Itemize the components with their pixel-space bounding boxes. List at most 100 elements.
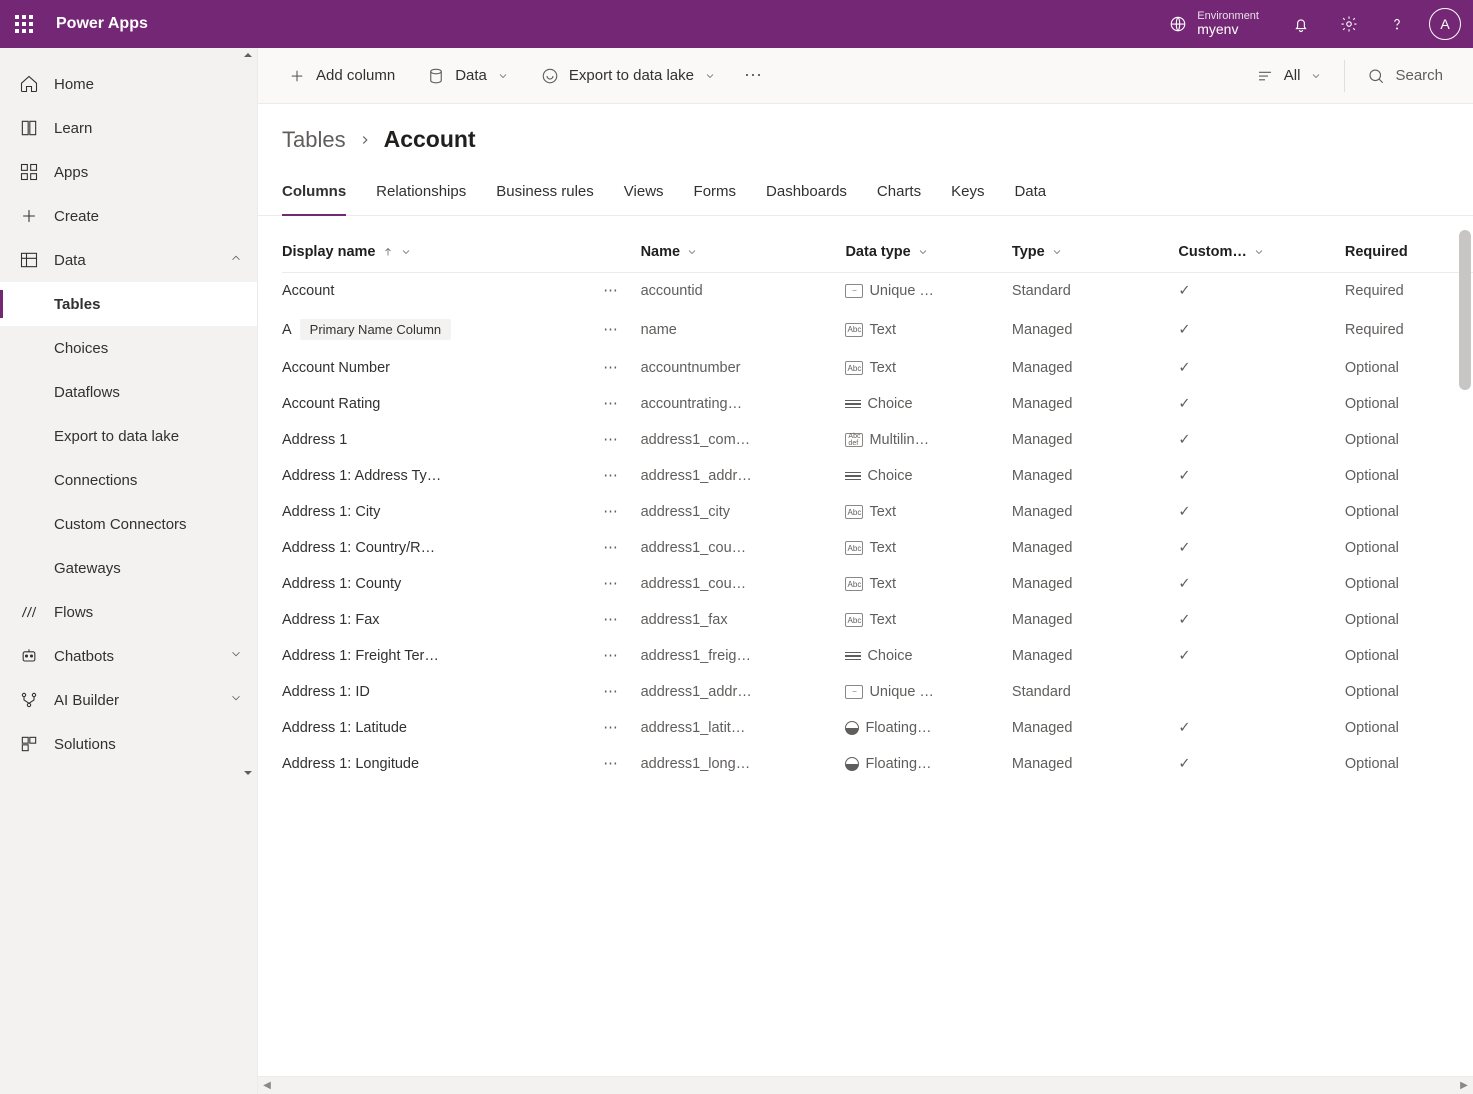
table-row[interactable]: Address 1: County⋯address1_cou…AbcTextMa… <box>282 566 1473 602</box>
col-header-data-type[interactable]: Data type <box>845 232 1011 273</box>
table-row[interactable]: APrimary Name Column⋯nameAbcTextManaged✓… <box>282 309 1473 350</box>
table-row[interactable]: Address 1: ID⋯address1_addr…⎯Unique …Sta… <box>282 674 1473 710</box>
cell-display-name: Account Number <box>282 350 589 386</box>
sidebar-item-chatbots[interactable]: Chatbots <box>0 634 257 678</box>
chevron-down-icon <box>400 246 412 258</box>
data-menu-button[interactable]: Data <box>413 56 523 96</box>
tab-charts[interactable]: Charts <box>877 183 921 215</box>
col-header-required[interactable]: Required <box>1345 232 1473 273</box>
sidebar-scroll-up[interactable] <box>0 48 257 62</box>
cell-data-type: Floating… <box>845 710 1011 746</box>
col-header-display-name[interactable]: Display name <box>282 232 589 273</box>
row-more-button[interactable]: ⋯ <box>589 602 640 638</box>
row-more-button[interactable]: ⋯ <box>589 458 640 494</box>
unique-id-type-icon: ⎯ <box>845 685 863 699</box>
export-to-data-lake-button[interactable]: Export to data lake <box>527 56 730 96</box>
unique-id-type-icon: ⎯ <box>845 284 863 298</box>
row-more-button[interactable]: ⋯ <box>589 638 640 674</box>
col-header-custom[interactable]: Custom… <box>1178 232 1344 273</box>
add-column-label: Add column <box>316 67 395 84</box>
row-more-button[interactable]: ⋯ <box>589 273 640 310</box>
cell-required: Optional <box>1345 530 1473 566</box>
sidebar-item-apps[interactable]: Apps <box>0 150 257 194</box>
cell-required: Optional <box>1345 674 1473 710</box>
table-row[interactable]: Address 1⋯address1_com…AbcdefMultilin…Ma… <box>282 422 1473 458</box>
row-more-button[interactable]: ⋯ <box>589 350 640 386</box>
primary-name-badge: Primary Name Column <box>300 319 451 340</box>
cell-required: Optional <box>1345 458 1473 494</box>
sidebar-item-label: Learn <box>54 120 92 137</box>
row-more-button[interactable]: ⋯ <box>589 566 640 602</box>
environment-picker[interactable]: Environment myenv <box>1151 10 1277 37</box>
more-commands-button[interactable]: ⋯ <box>734 56 774 96</box>
sidebar-item-home[interactable]: Home <box>0 62 257 106</box>
row-more-button[interactable]: ⋯ <box>589 494 640 530</box>
table-row[interactable]: Address 1: City⋯address1_cityAbcTextMana… <box>282 494 1473 530</box>
chevron-icon <box>229 251 243 269</box>
cell-type: Standard <box>1012 273 1178 310</box>
sidebar-item-flows[interactable]: Flows <box>0 590 257 634</box>
sidebar-item-data[interactable]: Data <box>0 238 257 282</box>
cell-name: accountrating… <box>641 386 846 422</box>
breadcrumb-parent[interactable]: Tables <box>282 127 346 153</box>
sidebar-subitem-gateways[interactable]: Gateways <box>0 546 257 590</box>
table-row[interactable]: Account Number⋯accountnumberAbcTextManag… <box>282 350 1473 386</box>
settings-button[interactable] <box>1325 0 1373 48</box>
col-header-type[interactable]: Type <box>1012 232 1178 273</box>
table-row[interactable]: Address 1: Fax⋯address1_faxAbcTextManage… <box>282 602 1473 638</box>
sidebar-item-create[interactable]: Create <box>0 194 257 238</box>
row-more-button[interactable]: ⋯ <box>589 746 640 782</box>
row-more-button[interactable]: ⋯ <box>589 674 640 710</box>
row-more-button[interactable]: ⋯ <box>589 386 640 422</box>
cell-data-type: AbcText <box>845 530 1011 566</box>
table-row[interactable]: Address 1: Freight Ter…⋯address1_freig…C… <box>282 638 1473 674</box>
sidebar-subitem-tables[interactable]: Tables <box>0 282 257 326</box>
row-more-button[interactable]: ⋯ <box>589 309 640 350</box>
tab-keys[interactable]: Keys <box>951 183 984 215</box>
notifications-button[interactable] <box>1277 0 1325 48</box>
sidebar-subitem-connections[interactable]: Connections <box>0 458 257 502</box>
sidebar-item-solutions[interactable]: Solutions <box>0 722 257 766</box>
tab-columns[interactable]: Columns <box>282 183 346 216</box>
sidebar-item-label: Apps <box>54 164 88 181</box>
globe-icon <box>1169 15 1187 33</box>
tab-relationships[interactable]: Relationships <box>376 183 466 215</box>
sidebar-item-label: Create <box>54 208 99 225</box>
sidebar-subitem-export-to-data-lake[interactable]: Export to data lake <box>0 414 257 458</box>
row-more-button[interactable]: ⋯ <box>589 710 640 746</box>
sidebar-item-ai-builder[interactable]: AI Builder <box>0 678 257 722</box>
vertical-scrollbar-thumb[interactable] <box>1459 230 1471 390</box>
col-header-name[interactable]: Name <box>641 232 846 273</box>
table-row[interactable]: Account Rating⋯accountrating…ChoiceManag… <box>282 386 1473 422</box>
cell-display-name: Account <box>282 273 589 310</box>
account-avatar[interactable]: A <box>1429 8 1461 40</box>
sidebar-subitem-custom-connectors[interactable]: Custom Connectors <box>0 502 257 546</box>
row-more-button[interactable]: ⋯ <box>589 530 640 566</box>
plus-icon <box>288 67 306 85</box>
table-row[interactable]: Address 1: Latitude⋯address1_latit…Float… <box>282 710 1473 746</box>
view-filter-button[interactable]: All <box>1242 56 1337 96</box>
table-row[interactable]: Account⋯accountid⎯Unique …Standard✓Requi… <box>282 273 1473 310</box>
horizontal-scrollbar[interactable]: ◀▶ <box>258 1076 1473 1094</box>
sidebar-subitem-choices[interactable]: Choices <box>0 326 257 370</box>
sidebar-scroll-down[interactable] <box>0 766 257 780</box>
cell-custom: ✓ <box>1178 494 1344 530</box>
tab-views[interactable]: Views <box>624 183 664 215</box>
table-row[interactable]: Address 1: Address Ty…⋯address1_addr…Cho… <box>282 458 1473 494</box>
sidebar-item-learn[interactable]: Learn <box>0 106 257 150</box>
row-more-button[interactable]: ⋯ <box>589 422 640 458</box>
waffle-icon <box>15 15 33 33</box>
app-launcher-button[interactable] <box>0 0 48 48</box>
tab-dashboards[interactable]: Dashboards <box>766 183 847 215</box>
search-input[interactable]: Search <box>1353 67 1457 85</box>
environment-value: myenv <box>1197 22 1259 37</box>
apps-icon <box>18 161 40 183</box>
add-column-button[interactable]: Add column <box>274 56 409 96</box>
tab-data[interactable]: Data <box>1014 183 1046 215</box>
table-row[interactable]: Address 1: Longitude⋯address1_long…Float… <box>282 746 1473 782</box>
table-row[interactable]: Address 1: Country/R…⋯address1_cou…AbcTe… <box>282 530 1473 566</box>
tab-forms[interactable]: Forms <box>694 183 737 215</box>
sidebar-subitem-dataflows[interactable]: Dataflows <box>0 370 257 414</box>
help-button[interactable] <box>1373 0 1421 48</box>
tab-business-rules[interactable]: Business rules <box>496 183 594 215</box>
